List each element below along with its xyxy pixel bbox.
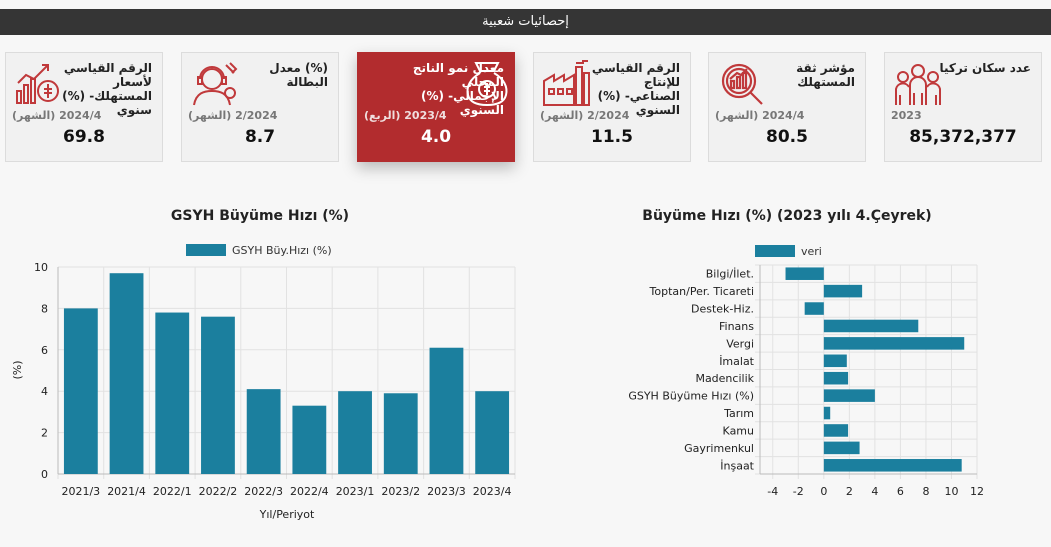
legend-swatch [755, 245, 795, 257]
card-period: (الشهر) 2/2024 [540, 109, 630, 122]
card-industrial-production[interactable]: الرقم القياسي للإنتاج الصناعي- (%) السنو… [533, 52, 691, 162]
x-tick-label: 8 [922, 485, 929, 498]
card-period: 2023 [891, 109, 922, 122]
card-period: (الشهر) 2024/4 [715, 109, 805, 122]
y-tick-label: 4 [41, 385, 48, 398]
stat-cards: الرقم القياسي لأسعار المستهلك- (%) سنوي … [0, 52, 1051, 164]
bar [823, 354, 847, 368]
people-icon [895, 64, 941, 105]
magnifier-chart-icon [721, 63, 763, 105]
card-consumer-confidence[interactable]: مؤشر ثقة المستهلك (الشهر) 2024/4 80.5 [708, 52, 866, 162]
bar [823, 319, 919, 333]
legend-swatch [186, 244, 226, 256]
bar [338, 391, 372, 474]
bar [823, 371, 849, 385]
bar [63, 308, 98, 474]
gdp-growth-chart: GSYH Büyüme Hızı (%) GSYH Büy.Hızı (%) 0… [11, 208, 516, 521]
bar [823, 441, 860, 455]
y-tick-label: Toptan/Per. Ticareti [649, 285, 754, 298]
legend-label: GSYH Büy.Hızı (%) [232, 244, 332, 257]
bar [155, 312, 190, 474]
bar [292, 405, 327, 474]
y-tick-label: İmalat [719, 355, 754, 368]
price-chart-icon [16, 64, 59, 104]
y-tick-label: Tarım [723, 407, 754, 420]
bar [383, 393, 418, 474]
card-period: (الشهر) 2024/4 [12, 109, 102, 122]
y-tick-label: GSYH Büyüme Hızı (%) [628, 390, 754, 403]
x-tick-label: 2 [846, 485, 853, 498]
x-tick-label: 2022/4 [290, 485, 329, 498]
page-header: إحصائيات شعبية [0, 9, 1051, 35]
card-value: 11.5 [591, 127, 633, 147]
chart-title: GSYH Büyüme Hızı (%) [171, 208, 349, 224]
card-unemployment[interactable]: (%) معدل البطالة (الشهر) 2/2024 8.7 [181, 52, 339, 162]
x-tick-label: 6 [897, 485, 904, 498]
y-tick-label: Bilgi/İlet. [706, 268, 754, 281]
x-tick-label: 2022/1 [153, 485, 192, 498]
y-tick-label: Gayrimenkul [684, 442, 754, 455]
sector-growth-chart: Büyüme Hızı (%) (2023 yılı 4.Çeyrek) ver… [628, 208, 984, 498]
x-tick-label: 4 [871, 485, 878, 498]
x-tick-label: 2022/2 [199, 485, 238, 498]
y-tick-label: 0 [41, 468, 48, 481]
x-tick-label: 0 [820, 485, 827, 498]
bar [823, 459, 962, 472]
card-value: 4.0 [420, 127, 452, 147]
x-tick-label: 2021/4 [107, 485, 146, 498]
factory-icon [543, 60, 590, 106]
x-tick-label: 2021/3 [61, 485, 100, 498]
x-tick-label: 2023/4 [473, 485, 512, 498]
y-tick-label: 10 [34, 261, 48, 274]
card-cpi[interactable]: الرقم القياسي لأسعار المستهلك- (%) سنوي … [5, 52, 163, 162]
card-value: 85,372,377 [909, 127, 1017, 147]
card-title: مؤشر ثقة المستهلك [796, 61, 855, 89]
card-value: 80.5 [766, 127, 808, 147]
page-title: إحصائيات شعبية [482, 14, 569, 29]
bar [429, 347, 464, 474]
y-axis-label: (%) [11, 360, 24, 379]
y-tick-label: Kamu [723, 424, 754, 437]
x-tick-label: 2022/3 [244, 485, 283, 498]
x-axis-label: Yıl/Periyot [259, 508, 315, 521]
card-title: (%) معدل البطالة [269, 61, 328, 89]
y-tick-label: 8 [41, 302, 48, 315]
x-tick-label: -4 [767, 485, 778, 498]
bar [475, 391, 510, 474]
y-tick-label: 6 [41, 344, 48, 357]
bar [823, 389, 875, 402]
x-tick-label: 12 [970, 485, 984, 498]
card-gdp-growth[interactable]: معدل نمو الناتج المحلي الإجمالي- (%) الس… [357, 52, 515, 162]
bar [823, 424, 849, 437]
y-tick-label: Vergi [726, 337, 754, 350]
x-tick-label: 2023/2 [381, 485, 420, 498]
y-tick-label: 2 [41, 427, 48, 440]
y-tick-label: Destek-Hiz. [691, 303, 754, 316]
x-tick-label: 10 [944, 485, 958, 498]
bar [823, 406, 831, 420]
bar [785, 267, 824, 280]
y-tick-label: Madencilik [695, 372, 754, 385]
bar [201, 316, 235, 474]
card-value: 8.7 [244, 127, 276, 147]
x-tick-label: 2023/1 [336, 485, 375, 498]
y-tick-label: Finans [719, 320, 754, 333]
worker-headset-icon [193, 62, 238, 106]
y-tick-label: İnşaat [720, 459, 754, 472]
bar [804, 302, 824, 315]
x-tick-label: -2 [793, 485, 804, 498]
bar [246, 389, 281, 474]
bar [823, 337, 965, 350]
bar [109, 273, 144, 474]
card-title: عدد سكان تركيا [939, 61, 1031, 75]
money-bag-icon [466, 62, 508, 107]
chart-title: Büyüme Hızı (%) (2023 yılı 4.Çeyrek) [642, 208, 931, 224]
x-tick-label: 2023/3 [427, 485, 466, 498]
card-period: (الشهر) 2/2024 [188, 109, 278, 122]
legend-label: veri [801, 245, 822, 258]
card-period: (الربع) 2023/4 [364, 109, 447, 122]
card-population[interactable]: عدد سكان تركيا 2023 85,372,377 [884, 52, 1042, 162]
bar [823, 284, 863, 298]
card-value: 69.8 [63, 127, 105, 147]
